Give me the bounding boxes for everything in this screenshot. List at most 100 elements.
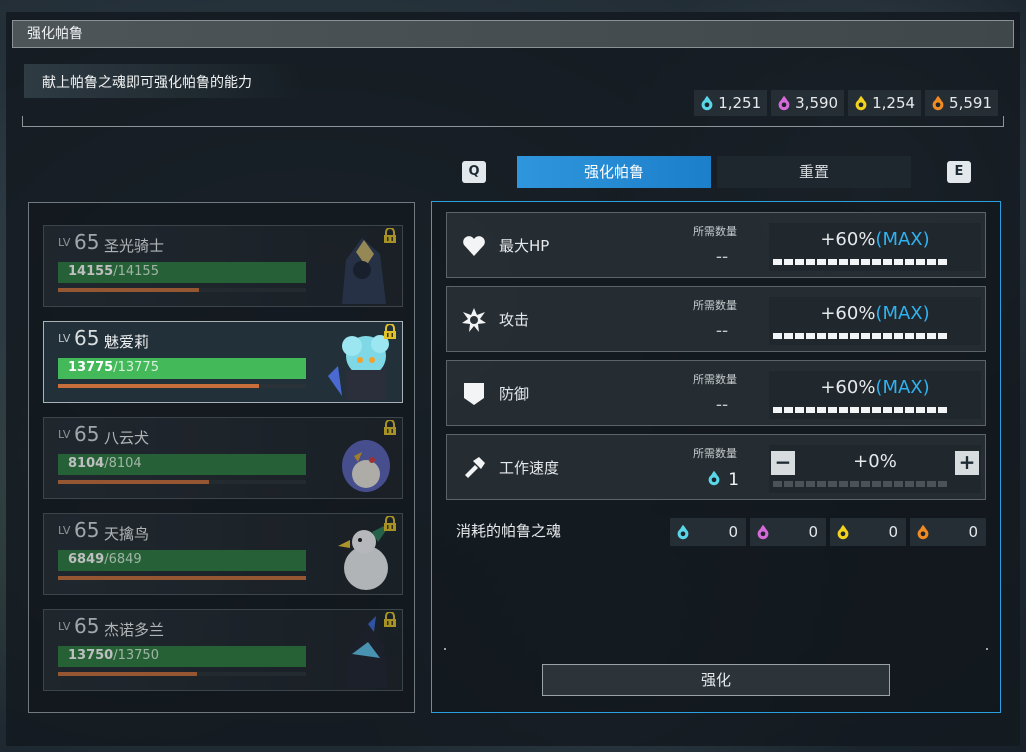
stat-value: +60% xyxy=(820,377,876,398)
soul-yellow-icon xyxy=(855,95,867,111)
pal-list-item-selected[interactable]: LV 65 魅爱莉 13775/13775 xyxy=(43,321,403,403)
lock-icon[interactable] xyxy=(382,420,398,436)
burst-icon xyxy=(462,308,486,332)
soul-pink-icon xyxy=(778,95,790,111)
progress-segment xyxy=(872,333,881,339)
stat-required-value: -- xyxy=(715,247,729,267)
progress-segment xyxy=(894,259,903,265)
pal-hp-text: 14155/14155 xyxy=(68,264,159,279)
pal-hp-bar: 6849/6849 xyxy=(58,550,306,571)
pal-name: 魅爱莉 xyxy=(104,333,150,351)
tab-prev-key[interactable]: Q xyxy=(462,161,486,183)
pal-hp: 8104 xyxy=(68,456,105,471)
consumed-cyan-value: 0 xyxy=(728,523,738,541)
stat-value: +0% xyxy=(853,451,897,472)
progress-segment xyxy=(773,333,782,339)
progress-segment xyxy=(861,481,870,487)
stat-name: 攻击 xyxy=(499,311,530,329)
stat-value-box: +60%(MAX) xyxy=(769,223,981,271)
progress-segment xyxy=(828,481,837,487)
progress-segment xyxy=(828,333,837,339)
lock-icon[interactable] xyxy=(382,612,398,628)
progress-segment xyxy=(850,481,859,487)
pal-list-item[interactable]: LV 65 圣光骑士 14155/14155 xyxy=(43,225,403,307)
shield-icon xyxy=(464,383,484,405)
stat-required-cost: 1 xyxy=(693,469,751,490)
tab-reset[interactable]: 重置 xyxy=(717,156,911,188)
soul-pink-icon xyxy=(757,524,769,540)
progress-segment xyxy=(773,481,782,487)
soul-cyan-icon xyxy=(677,524,689,540)
pal-hp-bar: 13750/13750 xyxy=(58,646,306,667)
enhance-button[interactable]: 强化 xyxy=(542,664,890,696)
pal-hp-bar: 8104/8104 xyxy=(58,454,306,475)
progress-segment xyxy=(894,333,903,339)
progress-segment xyxy=(817,259,826,265)
stat-progress-segments xyxy=(773,333,947,339)
pal-list-item[interactable]: LV 65 天擒鸟 6849/6849 xyxy=(43,513,403,595)
progress-segment xyxy=(773,407,782,413)
progress-segment xyxy=(905,333,914,339)
divider-tick-left xyxy=(22,116,23,127)
soul-cyan-icon xyxy=(701,95,713,111)
progress-segment xyxy=(784,333,793,339)
progress-segment xyxy=(927,259,936,265)
pal-hp: 14155 xyxy=(68,264,114,279)
pal-level: 65 xyxy=(74,326,100,350)
tab-next-key[interactable]: E xyxy=(947,161,971,183)
progress-segment xyxy=(938,481,947,487)
progress-segment xyxy=(938,333,947,339)
progress-segment xyxy=(806,259,815,265)
progress-segment xyxy=(773,259,782,265)
currency-cyan: 1,251 xyxy=(694,90,768,116)
pal-hp-max: /13750 xyxy=(113,648,159,663)
pal-level: 65 xyxy=(74,422,100,446)
tab-enhance-pal[interactable]: 强化帕鲁 xyxy=(517,156,711,188)
stat-progress-segments xyxy=(773,259,947,265)
pal-list-item[interactable]: LV 65 杰诺多兰 13750/13750 xyxy=(43,609,403,691)
stat-row-max-hp: 最大HP 所需数量 -- +60%(MAX) xyxy=(446,212,986,278)
stat-value: +60% xyxy=(820,303,876,324)
pal-list-item[interactable]: LV 65 八云犬 8104/8104 xyxy=(43,417,403,499)
pal-xp-bar xyxy=(58,672,197,676)
progress-segment xyxy=(927,333,936,339)
pal-level: 65 xyxy=(74,230,100,254)
pal-hp-text: 8104/8104 xyxy=(68,456,142,471)
progress-segment xyxy=(905,259,914,265)
progress-segment xyxy=(817,481,826,487)
pal-level: 65 xyxy=(74,614,100,638)
pal-level-label: LV xyxy=(58,620,71,633)
consumed-yellow-value: 0 xyxy=(888,523,898,541)
stat-required-label: 所需数量 xyxy=(693,447,737,460)
lock-icon[interactable] xyxy=(382,324,398,340)
soul-orange-icon xyxy=(917,524,929,540)
lock-icon[interactable] xyxy=(382,228,398,244)
progress-segment xyxy=(872,481,881,487)
progress-segment xyxy=(850,259,859,265)
soul-cyan-icon xyxy=(708,470,720,486)
progress-segment xyxy=(927,481,936,487)
progress-segment xyxy=(861,259,870,265)
stat-progress-segments xyxy=(773,407,947,413)
consumed-pink-value: 0 xyxy=(808,523,818,541)
increase-button[interactable]: + xyxy=(955,451,979,475)
stat-row-defense: 防御 所需数量 -- +60%(MAX) xyxy=(446,360,986,426)
progress-segment xyxy=(883,407,892,413)
stat-name: 防御 xyxy=(499,385,530,403)
pal-xp-bar xyxy=(58,384,259,388)
stat-value-box: +60%(MAX) xyxy=(769,371,981,419)
pal-hp-max: /14155 xyxy=(113,264,159,279)
consumed-orange: 0 xyxy=(910,518,986,546)
description-text: 献上帕鲁之魂即可强化帕鲁的能力 xyxy=(42,75,252,91)
lock-icon[interactable] xyxy=(382,516,398,532)
pal-level-label: LV xyxy=(58,332,71,345)
window-title: 强化帕鲁 xyxy=(12,20,1014,48)
stat-max-tag: (MAX) xyxy=(875,377,930,398)
pal-hp-bar: 14155/14155 xyxy=(58,262,306,283)
corner-dot xyxy=(444,648,446,650)
progress-segment xyxy=(894,481,903,487)
stat-required-value: -- xyxy=(715,395,729,415)
pal-hp: 6849 xyxy=(68,552,105,567)
currency-orange: 5,591 xyxy=(925,90,998,116)
soul-yellow-icon xyxy=(837,524,849,540)
